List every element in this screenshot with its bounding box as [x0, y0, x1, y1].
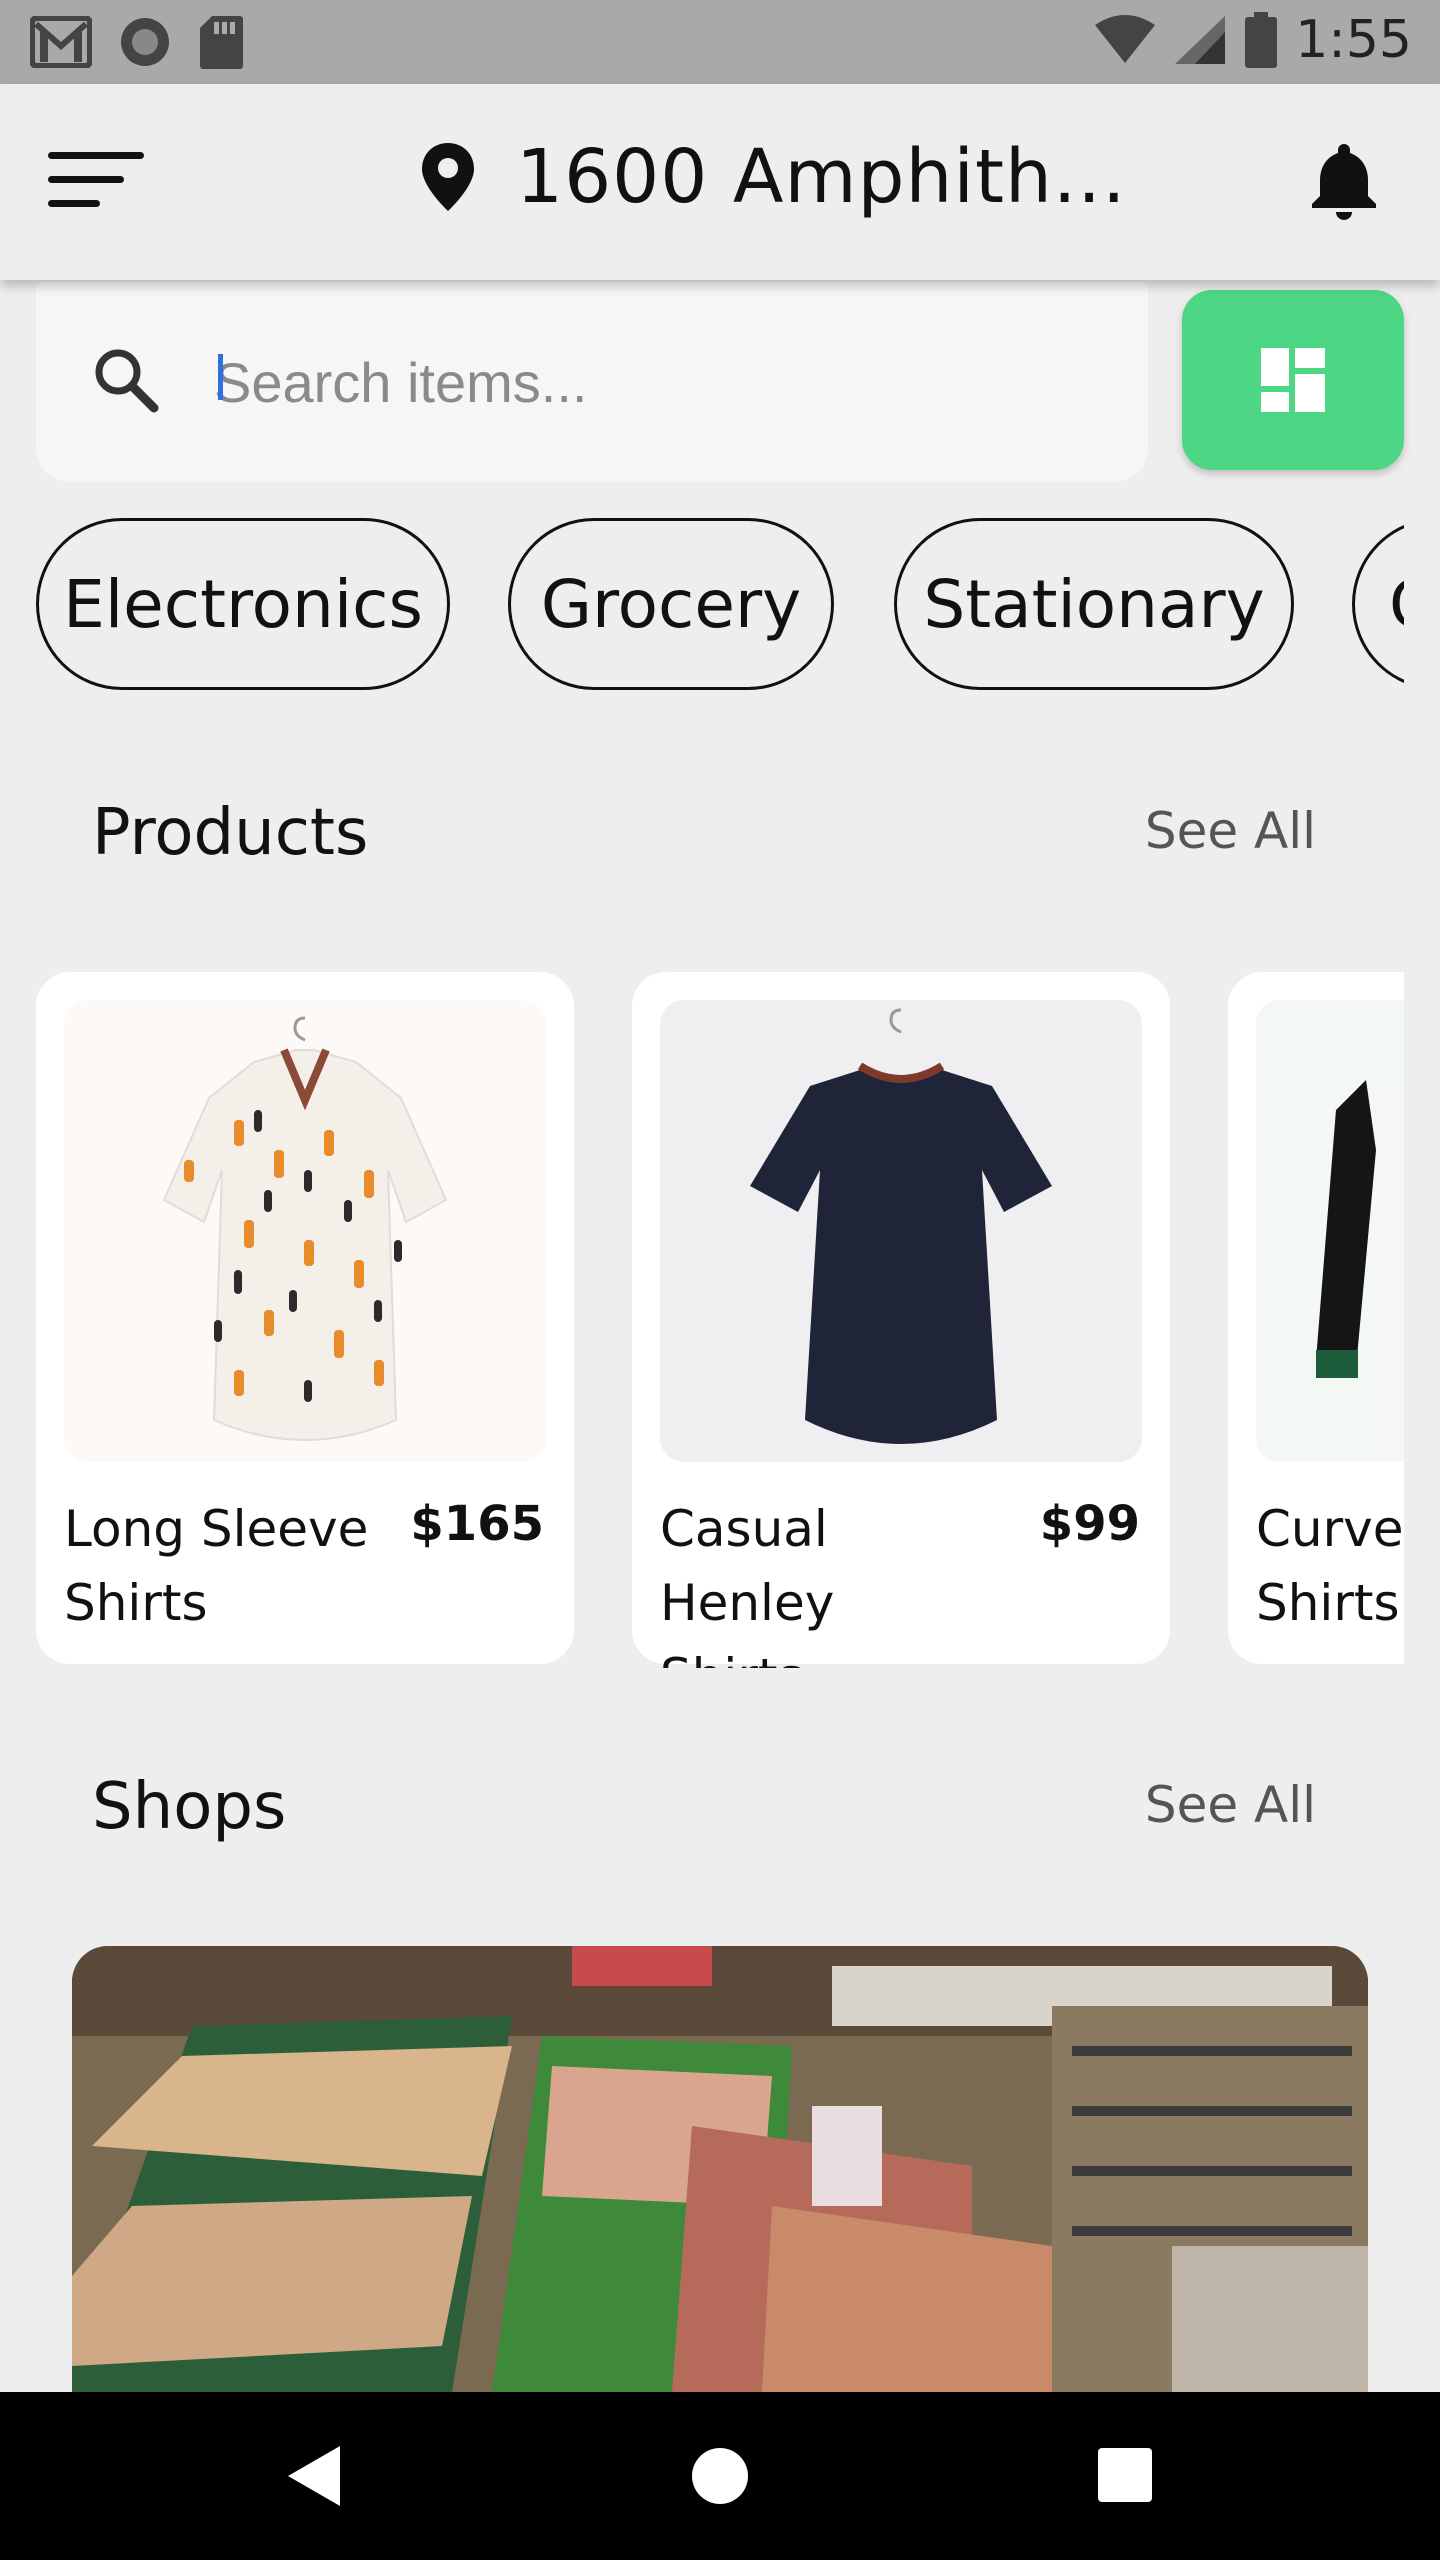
wifi-icon — [1095, 15, 1156, 63]
product-price: $165 — [410, 1496, 544, 1552]
battery-icon — [1245, 12, 1278, 68]
category-chips: Electronics Grocery Stationary G — [36, 518, 1404, 694]
product-image — [660, 1000, 1142, 1462]
grid-glyph — [1261, 348, 1325, 412]
product-price: $99 — [1039, 1496, 1140, 1552]
category-chip[interactable]: G — [1352, 518, 1404, 690]
location-selector[interactable]: 1600 Amphith... — [420, 134, 1126, 220]
product-card[interactable]: Casual Henley Shirts $99 — [632, 972, 1170, 1668]
circle-app-icon — [121, 18, 169, 66]
search-input[interactable] — [214, 332, 1094, 432]
product-name: Curved Shirts — [1256, 1500, 1404, 1632]
product-card[interactable]: Curved Shirts — [1228, 972, 1404, 1664]
product-list: Long Sleeve Shirts $165 Casual Henley Sh… — [36, 972, 1404, 1668]
text-caret — [218, 354, 223, 400]
system-nav-bar — [0, 2392, 1440, 2560]
cell-signal-icon — [1175, 16, 1226, 64]
hamburger-menu-icon[interactable] — [44, 144, 148, 224]
bell-icon[interactable] — [1308, 140, 1392, 224]
products-title: Products — [92, 796, 369, 870]
sd-card-icon — [200, 16, 243, 69]
product-name: Casual Henley Shirts — [660, 1500, 835, 1668]
category-chip[interactable]: Electronics — [36, 518, 450, 690]
status-time: 1:55 — [1295, 10, 1412, 70]
grocery-store-picture — [72, 1946, 1368, 2392]
status-bar: 1:55 — [0, 0, 1440, 84]
category-chip[interactable]: Stationary — [894, 518, 1294, 690]
product-image — [1256, 1000, 1404, 1462]
home-circle-icon[interactable] — [690, 2446, 750, 2506]
recents-square-icon[interactable] — [1098, 2448, 1152, 2502]
location-text: 1600 Amphith... — [516, 134, 1127, 220]
category-chip[interactable]: Grocery — [508, 518, 834, 690]
gmail-icon — [30, 16, 92, 68]
search-icon — [95, 349, 159, 413]
shop-banner-image[interactable] — [72, 1946, 1368, 2392]
back-triangle-icon[interactable] — [286, 2444, 342, 2508]
product-card[interactable]: Long Sleeve Shirts $165 — [36, 972, 574, 1664]
search-box[interactable] — [36, 282, 1148, 482]
shops-title: Shops — [92, 1770, 287, 1844]
app-bar: 1600 Amphith... — [0, 84, 1440, 280]
products-see-all-link[interactable]: See All — [1145, 802, 1316, 860]
dashboard-grid-icon[interactable] — [1182, 290, 1404, 470]
shops-see-all-link[interactable]: See All — [1145, 1776, 1316, 1834]
product-image — [64, 1000, 546, 1462]
product-name: Long Sleeve Shirts — [64, 1500, 369, 1632]
map-pin-icon — [422, 143, 474, 211]
